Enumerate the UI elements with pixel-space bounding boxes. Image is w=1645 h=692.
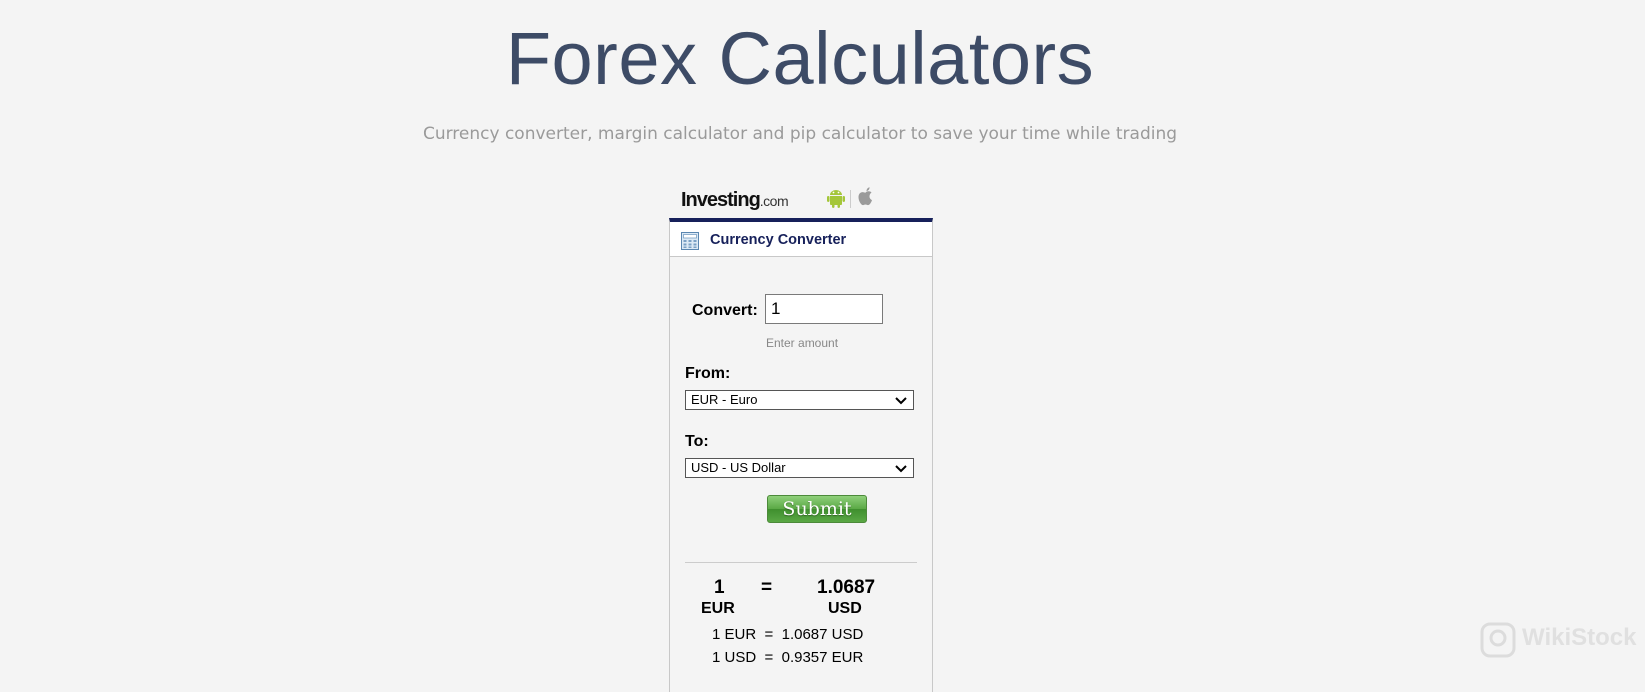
rate-line-eur-usd: 1 EUR = 1.0687 USD — [712, 626, 864, 643]
submit-button[interactable]: Submit — [767, 495, 867, 523]
watermark-icon — [1480, 622, 1516, 663]
chevron-down-icon — [895, 462, 907, 477]
watermark-text: WikiStock — [1522, 624, 1637, 651]
icon-separator — [850, 190, 851, 208]
chevron-down-icon — [895, 394, 907, 409]
result-right-currency: USD — [828, 600, 862, 617]
result-left-currency: EUR — [701, 600, 735, 617]
calculator-icon — [681, 232, 699, 255]
tab-currency-converter[interactable]: Currency Converter — [710, 232, 846, 248]
logo-main-text: Investing — [681, 189, 761, 211]
result-equals: = — [761, 577, 773, 598]
rate-line-usd-eur: 1 USD = 0.9357 EUR — [712, 649, 864, 666]
from-label: From: — [685, 365, 731, 382]
apple-icon[interactable] — [857, 186, 875, 213]
android-icon[interactable] — [827, 188, 845, 213]
investing-logo[interactable]: Investing.com — [681, 189, 789, 212]
to-currency-select[interactable]: USD - US Dollar — [685, 458, 914, 478]
widget-tab: Currency Converter — [670, 222, 932, 257]
amount-hint: Enter amount — [766, 336, 839, 350]
currency-converter-widget: Currency Converter Convert: Enter amount… — [669, 218, 933, 692]
from-currency-select[interactable]: EUR - Euro — [685, 390, 914, 410]
result-divider — [685, 562, 917, 563]
result-left-amount: 1 — [714, 577, 725, 598]
logo-suffix-text: .com — [759, 193, 789, 209]
to-currency-value: USD - US Dollar — [691, 460, 786, 475]
result-right-amount: 1.0687 — [817, 577, 876, 598]
convert-label: Convert: — [692, 302, 758, 319]
page-title: Forex Calculators — [505, 17, 1095, 100]
to-label: To: — [685, 433, 709, 450]
widget-header: Investing.com — [669, 180, 931, 218]
amount-input[interactable] — [765, 294, 883, 324]
page-subtitle: Currency converter, margin calculator an… — [422, 124, 1178, 144]
from-currency-value: EUR - Euro — [691, 392, 758, 407]
